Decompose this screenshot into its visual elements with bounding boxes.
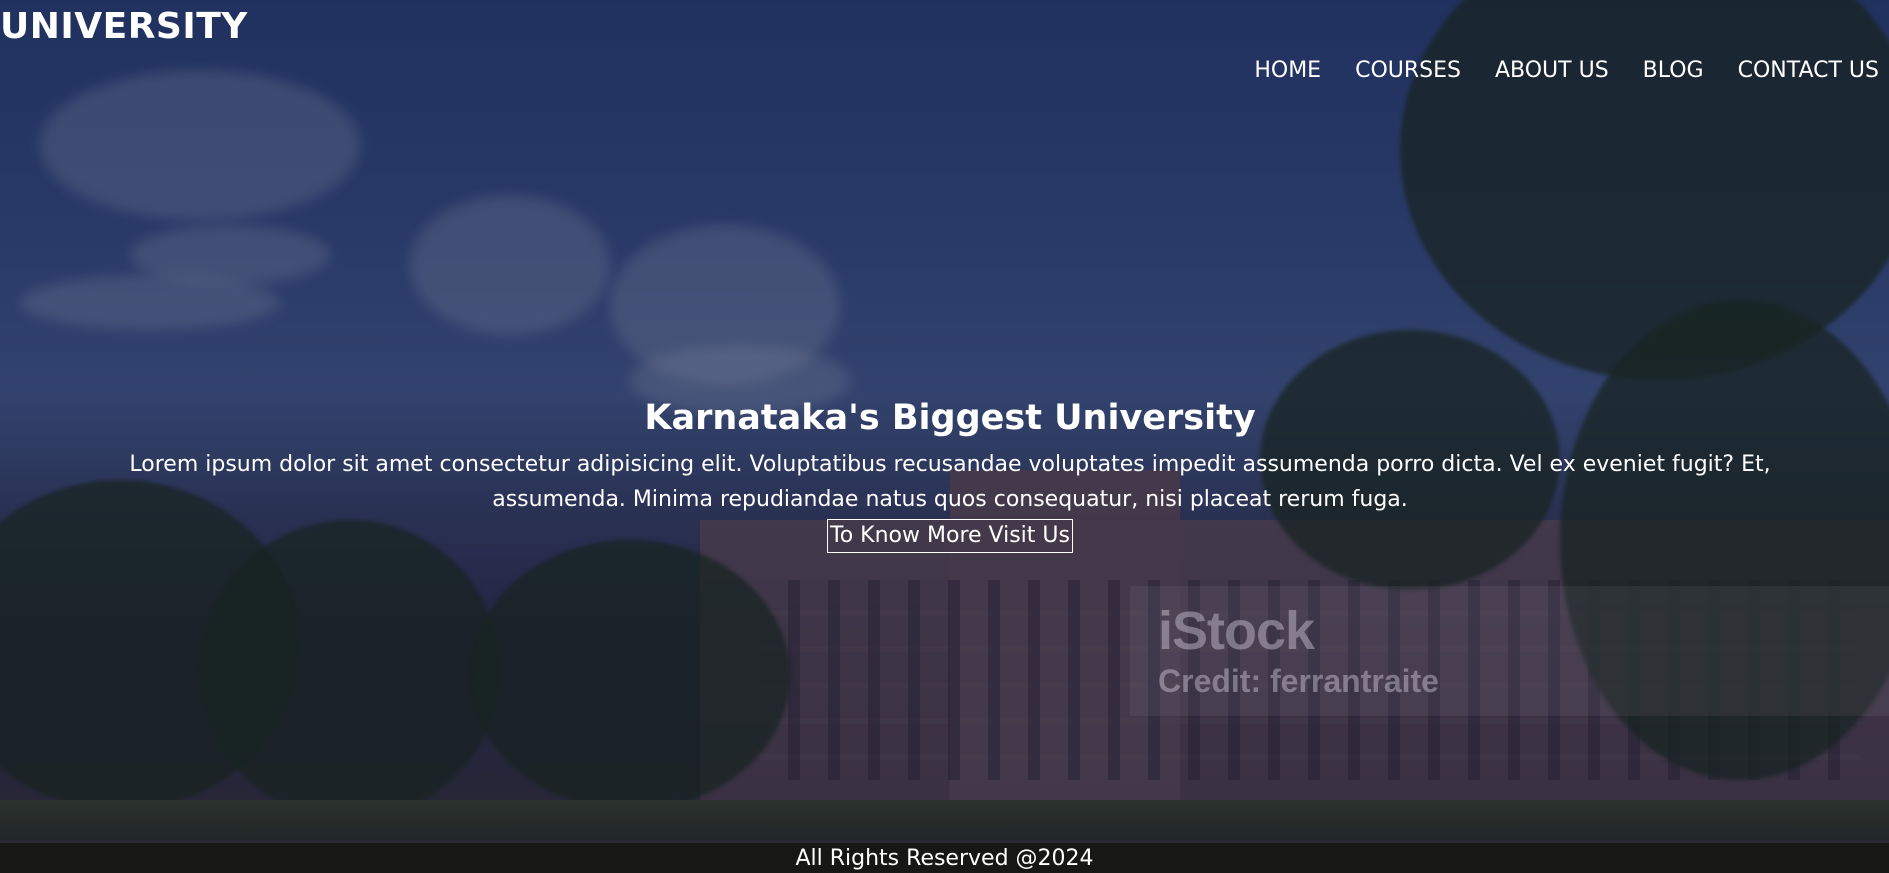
hero-headline: Karnataka's Biggest University: [644, 398, 1256, 438]
site-footer: All Rights Reserved @2024: [0, 843, 1889, 873]
visit-us-button[interactable]: To Know More Visit Us: [827, 519, 1073, 553]
main-nav: HOME COURSES ABOUT US BLOG CONTACT US: [1254, 58, 1879, 83]
watermark-logo: iStock: [1158, 601, 1315, 661]
hero-paragraph: Lorem ipsum dolor sit amet consectetur a…: [129, 452, 1771, 512]
hero-section: iStock Credit: ferrantraite UNIVERSITY H…: [0, 0, 1889, 873]
watermark-credit: Credit: ferrantraite: [1158, 663, 1439, 699]
nav-link-contact-us[interactable]: CONTACT US: [1738, 58, 1879, 83]
site-logo[interactable]: UNIVERSITY: [0, 6, 248, 47]
nav-link-home[interactable]: HOME: [1254, 58, 1321, 83]
nav-link-about-us[interactable]: ABOUT US: [1495, 58, 1609, 83]
cta-wrapper: To Know More Visit Us: [90, 519, 1810, 553]
nav-link-courses[interactable]: COURSES: [1355, 58, 1461, 83]
hero-content: Karnataka's Biggest University Lorem ips…: [90, 395, 1810, 553]
nav-link-blog[interactable]: BLOG: [1643, 58, 1704, 83]
footer-copyright: All Rights Reserved @2024: [795, 846, 1094, 871]
